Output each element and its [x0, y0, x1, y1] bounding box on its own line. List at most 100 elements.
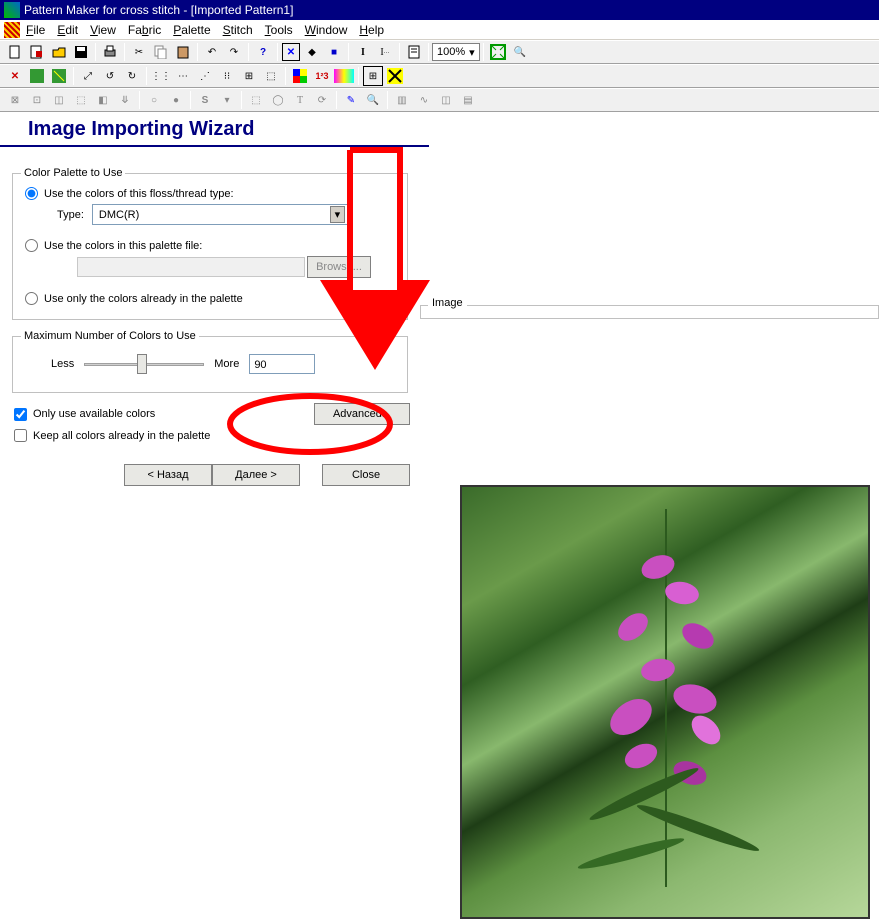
rotate-cw-icon[interactable]: ↻ [122, 66, 142, 86]
crop-icon[interactable]: ⬚ [261, 66, 281, 86]
zoom-combo[interactable]: 100%▾ [432, 43, 480, 61]
cross-icon[interactable]: ✕ [282, 43, 300, 61]
new-icon[interactable] [5, 42, 25, 62]
marquee-icon[interactable]: ⬚ [246, 90, 266, 110]
menu-stitch[interactable]: Stitch [223, 23, 253, 37]
browse-button: Browse... [307, 256, 371, 278]
new-pattern-icon[interactable] [27, 42, 47, 62]
shape4-icon[interactable]: ⬚ [71, 90, 91, 110]
palette-icon[interactable] [290, 66, 310, 86]
wizard-title: Image Importing Wizard [0, 112, 429, 147]
pencil-icon[interactable]: ✎ [341, 90, 361, 110]
menu-bar: File Edit View Fabric Palette Stitch Too… [0, 20, 879, 40]
colors-value-input[interactable]: 90 [249, 354, 315, 374]
stitch1-icon[interactable] [27, 66, 47, 86]
toolbar-1: ✂ ↶ ↷ ? ✕ ◆ ■ I I… 100%▾ 🔍 [0, 40, 879, 64]
doc-icon [4, 22, 20, 38]
expand-icon[interactable]: ⤢ [78, 66, 98, 86]
next-button[interactable]: Далее > [212, 464, 300, 486]
window-title: Pattern Maker for cross stitch - [Import… [24, 3, 293, 17]
palette-file-input [77, 257, 305, 277]
copy-icon[interactable] [151, 42, 171, 62]
colors-slider[interactable] [84, 363, 204, 366]
grid-icon[interactable]: ⊞ [363, 66, 383, 86]
keep-existing-checkbox[interactable] [14, 429, 27, 442]
circle-icon[interactable]: ○ [144, 90, 164, 110]
paste-icon[interactable] [173, 42, 193, 62]
only-available-checkbox[interactable] [14, 408, 27, 421]
type-label: Type: [57, 209, 84, 221]
radio-already-label: Use only the colors already in the palet… [44, 293, 243, 305]
text-i2-icon[interactable]: I… [375, 42, 395, 62]
gradient-icon[interactable] [334, 66, 354, 86]
s-icon[interactable]: S [195, 90, 215, 110]
help-icon[interactable]: ? [253, 42, 273, 62]
s-dd-icon[interactable]: ▾ [217, 90, 237, 110]
max-colors-legend: Maximum Number of Colors to Use [21, 330, 199, 342]
text-icon[interactable]: T [290, 90, 310, 110]
shape3-icon[interactable]: ◫ [49, 90, 69, 110]
only-available-label: Only use available colors [33, 408, 155, 420]
rotate2-icon[interactable]: ⟳ [312, 90, 332, 110]
back-button[interactable]: < Назад [124, 464, 212, 486]
menu-palette[interactable]: Palette [173, 23, 210, 37]
magnify-icon[interactable]: 🔍 [510, 42, 530, 62]
palette-group: Color Palette to Use Use the colors of t… [12, 167, 408, 320]
menu-edit[interactable]: Edit [57, 23, 78, 37]
curve-icon[interactable]: ∿ [414, 90, 434, 110]
stitch2-icon[interactable] [49, 66, 69, 86]
radio-palette-file-label: Use the colors in this palette file: [44, 240, 202, 252]
radio-floss-type[interactable] [25, 187, 38, 200]
ellipse-icon[interactable]: ◯ [268, 90, 288, 110]
dot-icon[interactable]: ● [166, 90, 186, 110]
shape1-icon[interactable]: ⊠ [5, 90, 25, 110]
image-panel [420, 305, 879, 319]
title-bar: Pattern Maker for cross stitch - [Import… [0, 0, 879, 20]
doc-icon2[interactable] [404, 42, 424, 62]
menu-fabric[interactable]: Fabric [128, 23, 161, 37]
palette-legend: Color Palette to Use [21, 167, 125, 179]
magnify2-icon[interactable]: 🔍 [363, 90, 383, 110]
slider-thumb[interactable] [137, 354, 147, 374]
menu-file[interactable]: File [26, 23, 45, 37]
print-icon[interactable] [100, 42, 120, 62]
align3-icon[interactable]: ⋰ [195, 66, 215, 86]
layout2-icon[interactable]: ◫ [436, 90, 456, 110]
cut-icon[interactable]: ✂ [129, 42, 149, 62]
close-button[interactable]: Close [322, 464, 410, 486]
radio-already-in-palette[interactable] [25, 292, 38, 305]
shape2-icon[interactable]: ⊡ [27, 90, 47, 110]
keep-existing-label: Keep all colors already in the palette [33, 430, 210, 442]
text-i-icon[interactable]: I [353, 42, 373, 62]
app-icon [4, 2, 20, 18]
x-red-icon[interactable]: ✕ [5, 66, 25, 86]
fit-icon[interactable] [488, 42, 508, 62]
square-icon[interactable]: ■ [324, 42, 344, 62]
number-icon[interactable]: 1²3 [312, 66, 332, 86]
align5-icon[interactable]: ⊞ [239, 66, 259, 86]
radio-floss-label: Use the colors of this floss/thread type… [44, 188, 234, 200]
rotate-ccw-icon[interactable]: ↺ [100, 66, 120, 86]
shape5-icon[interactable]: ◧ [93, 90, 113, 110]
advanced-button[interactable]: Advanced... [314, 403, 410, 425]
layout1-icon[interactable]: ▥ [392, 90, 412, 110]
open-icon[interactable] [49, 42, 69, 62]
type-dropdown[interactable]: DMC(R) ▾ [92, 204, 348, 225]
align4-icon[interactable]: ⁝⁝ [217, 66, 237, 86]
toolbar-3: ⊠ ⊡ ◫ ⬚ ◧ ⤋ ○ ● S ▾ ⬚ ◯ T ⟳ ✎ 🔍 ▥ ∿ ◫ ▤ [0, 88, 879, 112]
align1-icon[interactable]: ⋮⋮ [151, 66, 171, 86]
x-yellow-icon[interactable] [385, 66, 405, 86]
menu-help[interactable]: Help [359, 23, 384, 37]
redo-icon[interactable]: ↷ [224, 42, 244, 62]
undo-icon[interactable]: ↶ [202, 42, 222, 62]
less-label: Less [51, 358, 74, 370]
menu-tools[interactable]: Tools [265, 23, 293, 37]
diamond-icon[interactable]: ◆ [302, 42, 322, 62]
radio-palette-file[interactable] [25, 239, 38, 252]
menu-window[interactable]: Window [305, 23, 348, 37]
dropper-icon[interactable]: ⤋ [115, 90, 135, 110]
menu-view[interactable]: View [90, 23, 116, 37]
align2-icon[interactable]: ⋯ [173, 66, 193, 86]
save-icon[interactable] [71, 42, 91, 62]
layout3-icon[interactable]: ▤ [458, 90, 478, 110]
